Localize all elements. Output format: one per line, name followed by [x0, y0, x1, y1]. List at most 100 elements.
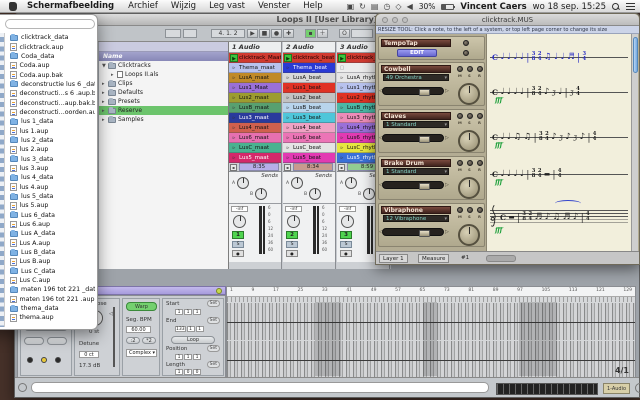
menu-item[interactable]: Archief	[128, 1, 158, 11]
file-list-item[interactable]: Coda.aup	[7, 61, 95, 70]
volume-slider[interactable]	[382, 134, 444, 142]
record-button[interactable]: ●	[271, 29, 282, 38]
note-token[interactable]: ♫	[514, 132, 522, 142]
volume-display[interactable]: -inf	[339, 206, 356, 212]
overdub-button[interactable]: ✚	[283, 29, 294, 38]
clip-gain-slider[interactable]	[113, 307, 115, 367]
note-token[interactable]: 3 8	[539, 132, 543, 142]
file-list-item[interactable]: Coda_data	[7, 52, 95, 61]
note-token[interactable]: 3 8	[532, 52, 536, 62]
clip-play-icon[interactable]	[230, 94, 238, 102]
track-header[interactable]: 2 Audio	[283, 42, 335, 53]
note-token[interactable]: 4 4	[593, 132, 597, 142]
sample-editor[interactable]: 191725334149576573818997105113121129 4/1	[226, 286, 636, 379]
clip-play-icon[interactable]	[338, 74, 346, 82]
note-token[interactable]: C	[500, 213, 506, 222]
note-token[interactable]: ▬	[508, 213, 514, 221]
send-b-knob[interactable]	[255, 188, 267, 200]
browser-name-header[interactable]: Name	[99, 52, 228, 61]
file-list-item[interactable]: lus 1_data	[7, 117, 95, 126]
clip-slot[interactable]: LusB_beat	[283, 103, 335, 113]
note-token[interactable]: 4 4	[576, 87, 580, 97]
clip-slot[interactable]: Lus2_beat	[283, 93, 335, 103]
note-token[interactable]: |	[577, 51, 580, 62]
clip-slot[interactable]: clicktrack_Maat	[229, 53, 281, 63]
note-token[interactable]: |	[527, 51, 530, 62]
sound-select[interactable]: 1 Standard	[383, 168, 449, 175]
note-token[interactable]: ♩	[520, 52, 524, 62]
note-token[interactable]: 2 4	[538, 87, 542, 97]
solo-button[interactable]: S	[340, 241, 352, 248]
mute-label[interactable]: M	[458, 167, 462, 172]
pan-knob[interactable]	[458, 177, 480, 199]
channel-knob[interactable]	[467, 160, 473, 166]
arrangement-position[interactable]: 4. 1. 2	[211, 29, 245, 38]
file-list-item[interactable]: lus 3_data	[7, 154, 95, 163]
clip-slot[interactable]: Thema_maat	[229, 63, 281, 73]
record-label[interactable]: R	[478, 120, 481, 125]
position-set-button[interactable]: Set	[207, 345, 220, 352]
channel-knob[interactable]	[457, 66, 463, 72]
menu-status-icon[interactable]: ▤	[371, 2, 379, 11]
note-token[interactable]: |	[517, 211, 520, 222]
length-value[interactable]: 100	[175, 369, 201, 375]
clip-play-icon[interactable]	[230, 134, 238, 142]
battery-icon[interactable]	[441, 4, 454, 10]
clip-play-icon[interactable]	[230, 64, 238, 72]
clip-play-icon[interactable]	[230, 154, 238, 162]
note-token[interactable]: |	[534, 131, 537, 142]
clip-play-icon[interactable]	[284, 104, 292, 112]
file-list-item[interactable]: thema_data	[7, 304, 95, 313]
seg-bpm-value[interactable]: 60.00	[126, 326, 151, 333]
apple-icon[interactable]	[9, 2, 17, 11]
channel-knob[interactable]	[457, 113, 463, 119]
clip-play-icon[interactable]	[284, 144, 292, 152]
note-token[interactable]: 3 8	[532, 169, 536, 179]
send-b-knob[interactable]	[309, 188, 321, 200]
volume-slider[interactable]	[382, 87, 444, 95]
channel-knob[interactable]	[477, 66, 483, 72]
note-token[interactable]: ♩	[507, 132, 511, 142]
file-list-item[interactable]: lus 3.aup	[7, 164, 95, 173]
file-list-item[interactable]: lus 4.aup	[7, 183, 95, 192]
file-list-item[interactable]: lus 5_data	[7, 192, 95, 201]
note-token[interactable]: ♫	[544, 52, 552, 62]
browser-item[interactable]: ▸ Loops II.als	[99, 70, 228, 79]
note-token[interactable]: ʒ	[570, 88, 574, 96]
channel-knob[interactable]	[463, 40, 469, 46]
solo-label[interactable]: S	[468, 73, 471, 78]
clip-play-icon[interactable]	[284, 94, 292, 102]
clip-slot[interactable]: Lus4_beat	[283, 123, 335, 133]
clip-play-icon[interactable]	[284, 124, 292, 132]
clip-slot[interactable]: Thema_beat	[283, 63, 335, 73]
channel-knob[interactable]	[477, 160, 483, 166]
zoom-icon[interactable]	[402, 17, 408, 23]
note-token[interactable]: |	[581, 211, 584, 222]
dynamic-marking[interactable]: fff	[495, 226, 502, 234]
arm-button[interactable]: ●	[340, 250, 352, 257]
play-button[interactable]: ▶	[247, 29, 258, 38]
measure-label[interactable]: Measure	[418, 254, 449, 263]
clip-stop-button[interactable]	[338, 164, 345, 171]
file-list-item[interactable]: Coda.aup.bak	[7, 70, 95, 79]
note-token[interactable]: ♬	[563, 212, 571, 222]
note-token[interactable]: C	[492, 53, 498, 62]
note-token[interactable]: ♪	[545, 212, 550, 222]
clip-play-icon[interactable]	[284, 84, 292, 92]
clip-play-icon[interactable]	[338, 104, 346, 112]
clip-play-icon[interactable]	[284, 114, 292, 122]
note-token[interactable]: 4 4	[586, 212, 590, 222]
note-token[interactable]: ♩	[500, 52, 504, 62]
note-token[interactable]: ♫	[553, 212, 561, 222]
clip-slot[interactable]: LusA_beat	[283, 73, 335, 83]
clip-slot[interactable]: LusC_beat	[283, 143, 335, 153]
channel-knob[interactable]	[477, 113, 483, 119]
menu-item[interactable]: Wijzig	[171, 1, 196, 11]
browser-top-bar[interactable]	[99, 42, 228, 52]
track-select-button[interactable]: 1-Audio	[603, 383, 630, 394]
note-token[interactable]: ♩	[514, 169, 518, 179]
menu-status-icon[interactable]: ◷	[383, 2, 390, 11]
clip-slot[interactable]: LusC_maat	[229, 143, 281, 153]
solo-button[interactable]: S	[232, 241, 244, 248]
menu-item[interactable]: Leg vast	[209, 1, 245, 11]
